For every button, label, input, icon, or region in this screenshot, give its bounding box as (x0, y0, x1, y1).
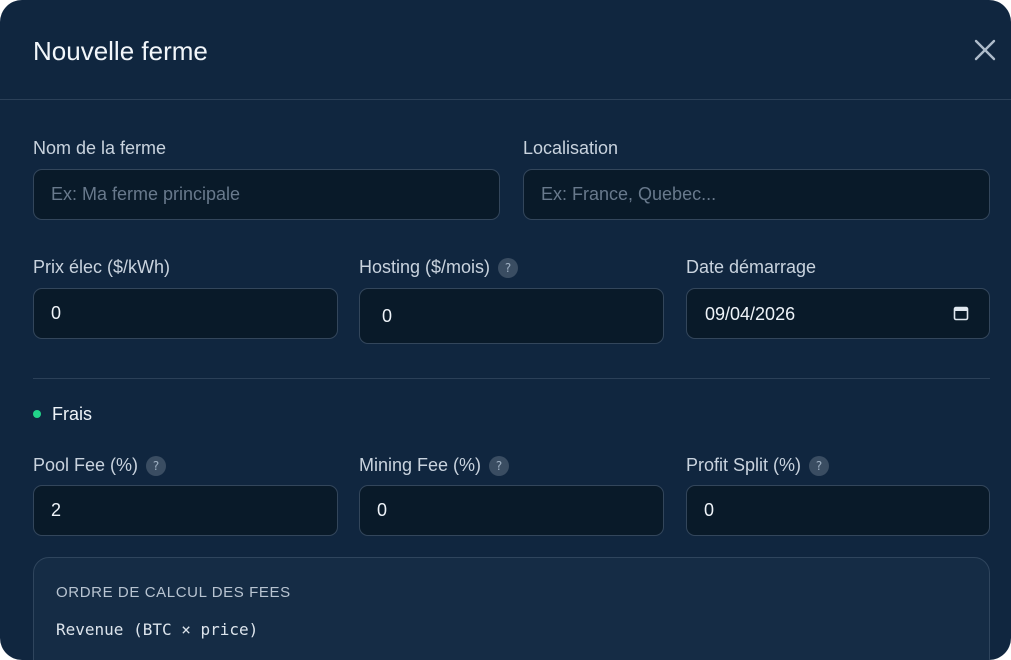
calendar-icon[interactable] (953, 305, 969, 321)
section-divider (33, 378, 990, 379)
profit-split-label: Profit Split (%) (686, 455, 802, 475)
help-icon[interactable]: ? (809, 456, 830, 476)
calc-step-revenue: Revenue (BTC × price) (56, 620, 259, 639)
location-input[interactable] (523, 169, 990, 220)
help-icon[interactable]: ? (146, 456, 167, 476)
location-label: Localisation (523, 138, 619, 158)
elec-price-label: Prix élec ($/kWh) (33, 257, 171, 277)
farm-name-label: Nom de la ferme (33, 138, 167, 158)
modal-header: Nouvelle ferme (0, 0, 1011, 100)
new-farm-modal: Nouvelle ferme Nom de la ferme Localisat… (0, 0, 1011, 660)
profit-split-input[interactable] (686, 485, 990, 536)
mining-fee-label-row: Mining Fee (%)? (359, 454, 510, 476)
elec-price-input[interactable] (33, 288, 338, 339)
mining-fee-input[interactable] (359, 485, 664, 536)
start-date-input[interactable]: 09/04/2026 (686, 288, 990, 339)
pool-fee-label: Pool Fee (%) (33, 455, 139, 475)
start-date-label: Date démarrage (686, 257, 817, 277)
pool-fee-input[interactable] (33, 485, 338, 536)
mining-fee-label: Mining Fee (%) (359, 455, 482, 475)
pool-fee-label-row: Pool Fee (%)? (33, 454, 167, 476)
help-icon[interactable]: ? (498, 258, 519, 278)
fees-section-title: Frais (52, 404, 92, 424)
modal-title: Nouvelle ferme (33, 36, 208, 66)
help-icon[interactable]: ? (489, 456, 510, 476)
profit-split-label-row: Profit Split (%)? (686, 454, 830, 476)
calc-box-title: ORDRE DE CALCUL DES FEES (56, 584, 291, 601)
hosting-input[interactable] (359, 288, 664, 344)
fee-calculation-order-box: ORDRE DE CALCUL DES FEES Revenue (BTC × … (33, 557, 990, 660)
hosting-label: Hosting ($/mois) (359, 257, 491, 277)
hosting-label-row: Hosting ($/mois)? (359, 256, 519, 278)
close-icon[interactable] (972, 37, 998, 63)
status-dot (33, 410, 41, 418)
start-date-value: 09/04/2026 (705, 304, 796, 324)
farm-name-input[interactable] (33, 169, 500, 220)
